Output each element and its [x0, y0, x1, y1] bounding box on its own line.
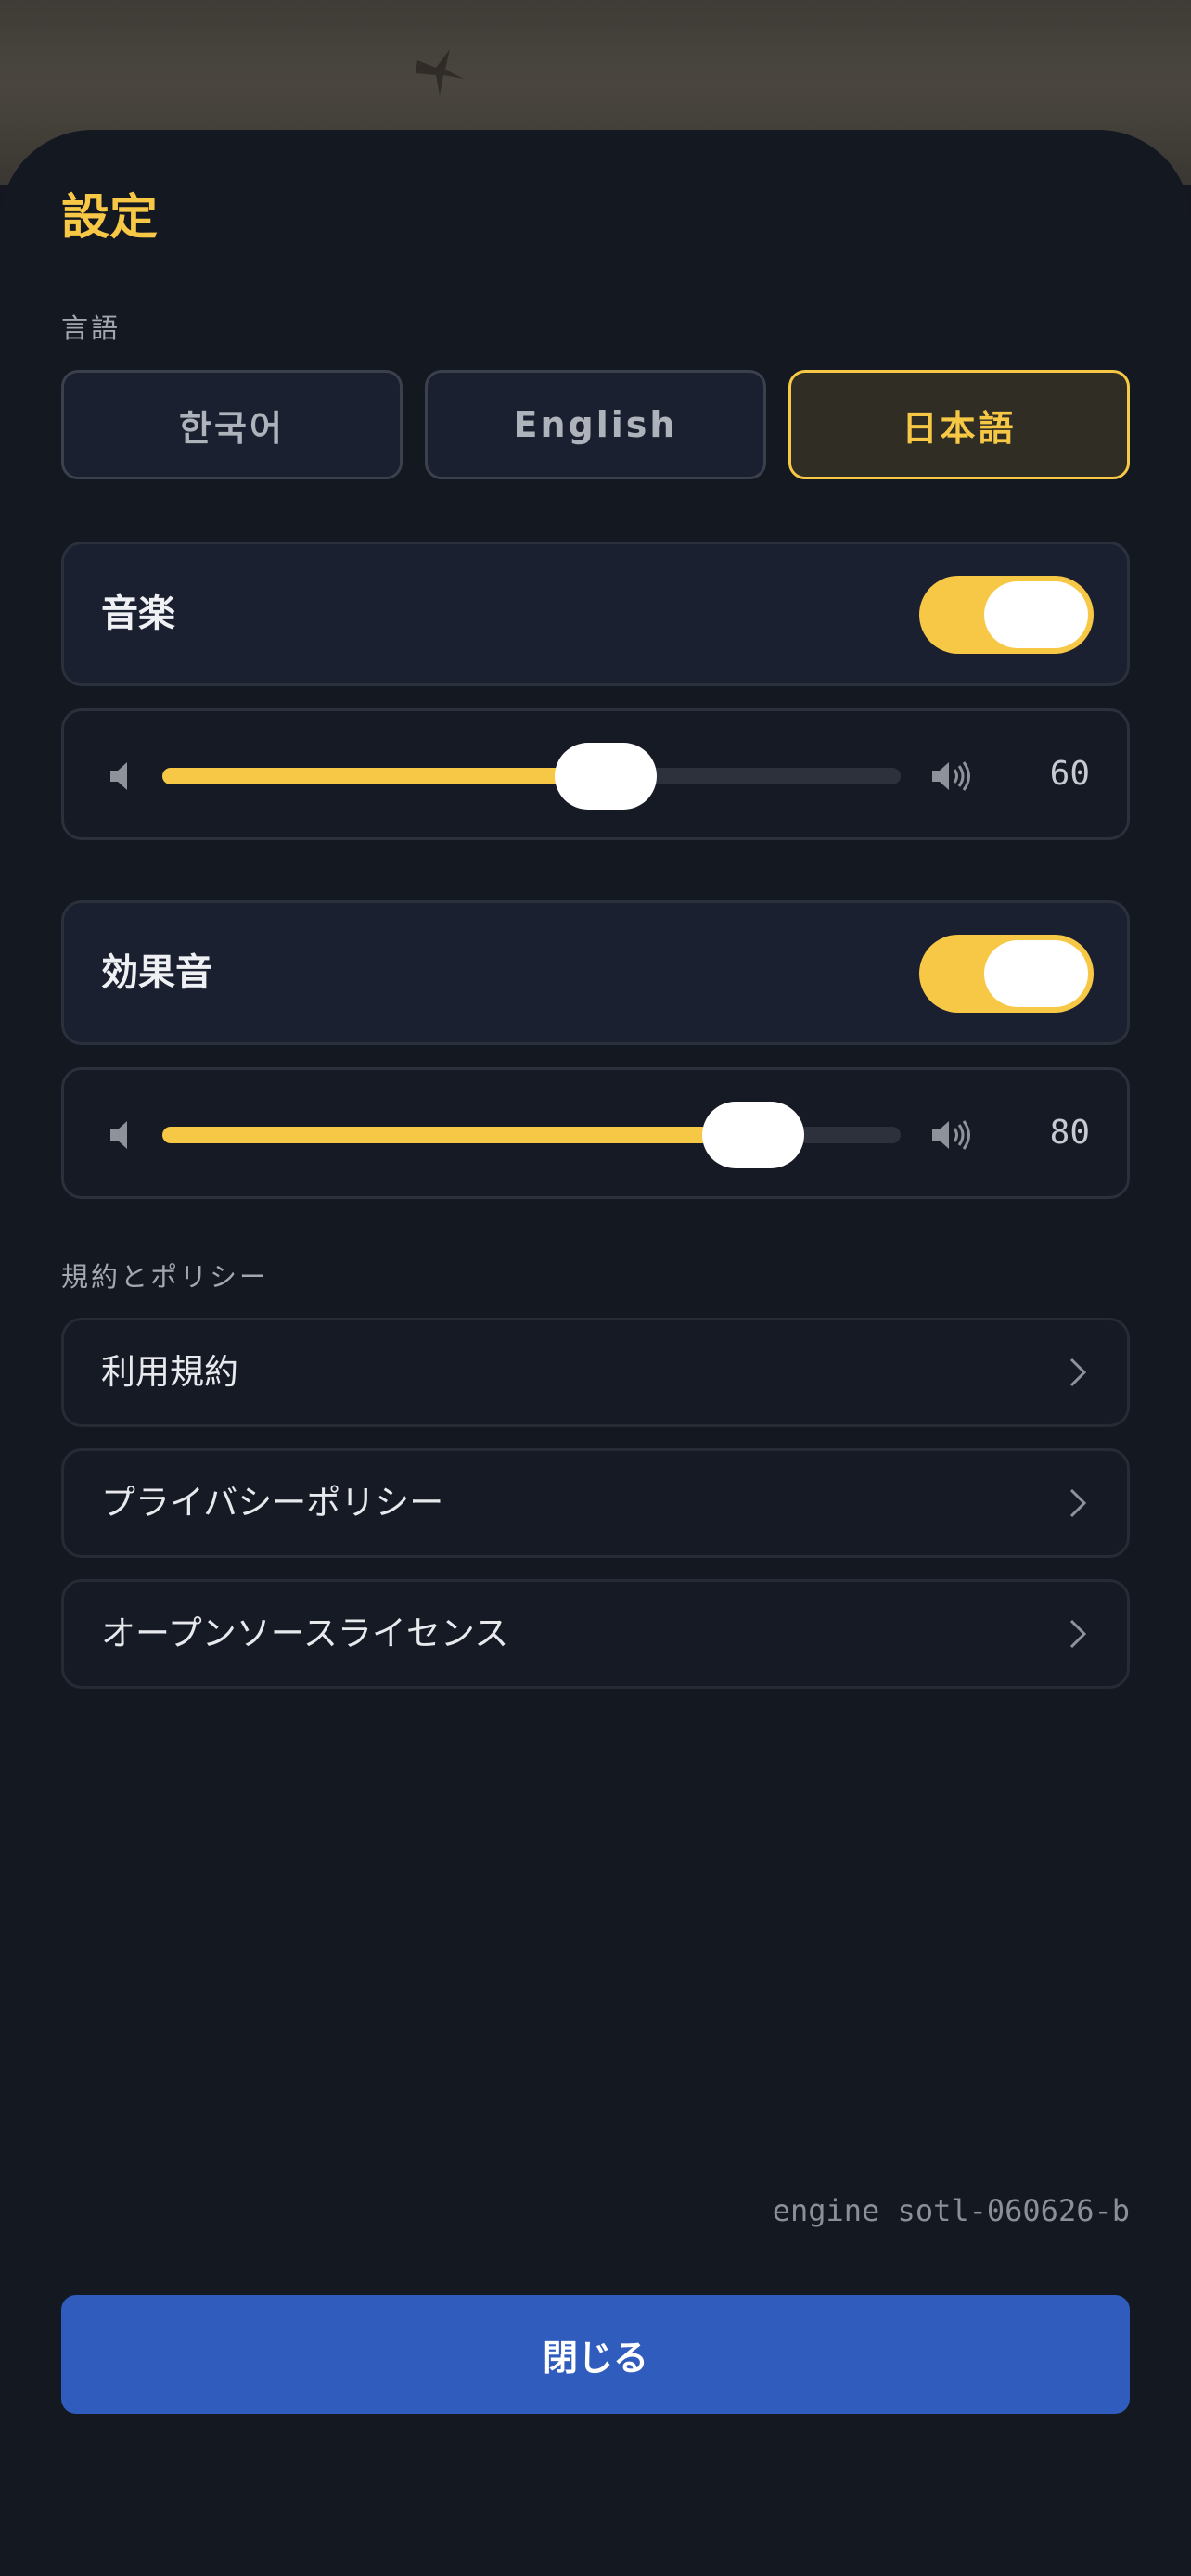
music-volume-thumb[interactable] [554, 743, 657, 810]
link-label: プライバシーポリシー [101, 1483, 444, 1523]
sfx-label: 効果音 [101, 951, 212, 994]
music-volume-value: 60 [1049, 755, 1090, 793]
sfx-volume-thumb[interactable] [701, 1102, 804, 1168]
chevron-right-icon [1069, 1619, 1087, 1649]
language-section-label: 言語 [61, 312, 122, 344]
sfx-volume-card: 80 [61, 1067, 1130, 1199]
privacy-policy-link[interactable]: プライバシーポリシー [61, 1448, 1130, 1558]
chevron-right-icon [1069, 1358, 1087, 1387]
sfx-volume-slider[interactable] [162, 1102, 901, 1168]
sfx-volume-fill [162, 1127, 753, 1143]
close-button[interactable]: 閉じる [61, 2295, 1130, 2414]
page-title: 設定 [61, 190, 159, 246]
terms-of-service-link[interactable]: 利用規約 [61, 1318, 1130, 1427]
sfx-volume-value: 80 [1049, 1114, 1090, 1152]
engine-version: engine sotl-060626-b [772, 2193, 1130, 2228]
music-toggle-knob [984, 581, 1088, 648]
sfx-toggle-knob [984, 940, 1088, 1007]
speaker-high-icon [932, 1120, 970, 1150]
language-option-korean[interactable]: 한국어 [61, 370, 403, 479]
speaker-low-icon [110, 1121, 127, 1149]
music-volume-card: 60 [61, 708, 1130, 840]
speaker-low-icon [110, 762, 127, 790]
music-volume-fill [162, 768, 606, 784]
music-toggle-card: 音楽 [61, 542, 1130, 686]
link-label: 利用規約 [101, 1352, 238, 1392]
music-toggle[interactable] [919, 576, 1094, 654]
music-volume-slider[interactable] [162, 743, 901, 810]
sfx-toggle-card: 効果音 [61, 900, 1130, 1045]
language-option-japanese[interactable]: 日本語 [788, 370, 1130, 479]
open-source-licenses-link[interactable]: オープンソースライセンス [61, 1579, 1130, 1689]
sfx-toggle[interactable] [919, 935, 1094, 1013]
language-option-english[interactable]: English [425, 370, 766, 479]
chevron-right-icon [1069, 1488, 1087, 1518]
link-label: オープンソースライセンス [101, 1613, 509, 1653]
policy-section-label: 規約とポリシー [61, 1261, 270, 1293]
figure-silhouette-icon [416, 49, 464, 96]
music-label: 音楽 [101, 593, 175, 635]
speaker-high-icon [932, 761, 970, 791]
